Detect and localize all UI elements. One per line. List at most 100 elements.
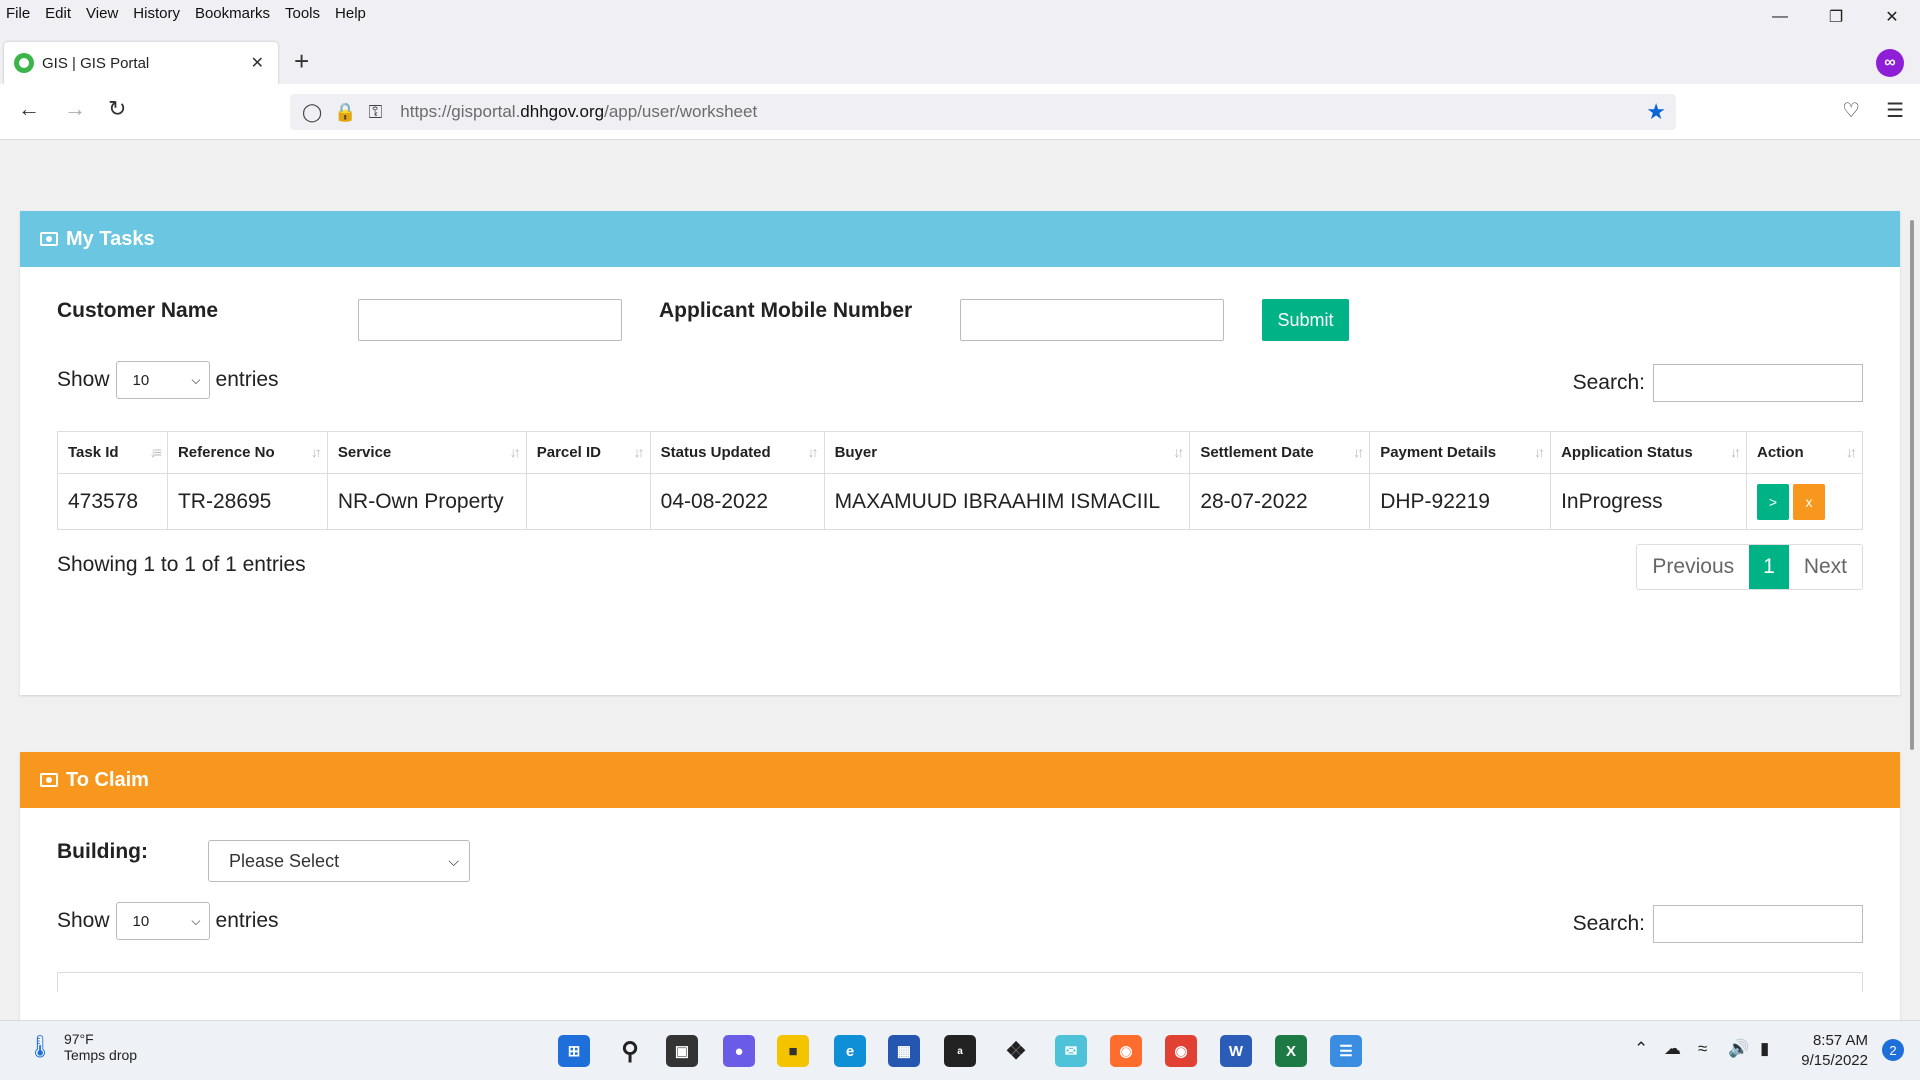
customer-name-input[interactable] xyxy=(358,299,622,341)
open-task-button[interactable]: > xyxy=(1756,483,1789,520)
claim-table-header-partial xyxy=(57,972,1863,992)
submit-button[interactable]: Submit xyxy=(1262,299,1349,341)
col-settlement-date[interactable]: Settlement Date ↓↑ xyxy=(1189,431,1371,474)
back-icon[interactable]: ← xyxy=(18,96,40,122)
tasks-search: Search: xyxy=(1573,364,1863,402)
new-tab-icon[interactable]: + xyxy=(294,46,309,77)
teams-chat-icon[interactable]: ● xyxy=(723,1035,755,1067)
menu-edit[interactable]: Edit xyxy=(45,5,71,22)
menu-history[interactable]: History xyxy=(133,5,180,22)
window-controls: — ❐ ✕ xyxy=(1752,0,1920,34)
entries-select[interactable]: 10 ⌵ xyxy=(115,361,210,399)
restore-icon[interactable]: ❐ xyxy=(1808,0,1864,34)
chevron-down-icon: ⌵ xyxy=(191,913,201,928)
excel-icon[interactable]: X xyxy=(1275,1035,1307,1067)
col-action[interactable]: Action ↓↑ xyxy=(1745,431,1864,474)
cell-action: > x xyxy=(1745,473,1864,530)
col-parcel-id[interactable]: Parcel ID ↓↑ xyxy=(525,431,651,474)
start-icon[interactable]: ⊞ xyxy=(558,1035,590,1067)
wifi-icon[interactable]: ≈ xyxy=(1698,1039,1707,1059)
chevron-up-icon[interactable]: ⌃ xyxy=(1634,1039,1648,1059)
customer-name-label: Customer Name xyxy=(57,299,219,322)
address-bar[interactable]: ◯ 🔒 ⚿ https://gisportal.dhhgov.org/app/u… xyxy=(290,94,1676,130)
cell-status-updated: 04-08-2022 xyxy=(649,473,825,530)
tasks-info: Showing 1 to 1 of 1 entries xyxy=(57,553,306,576)
dropbox-icon[interactable]: ❖ xyxy=(1000,1035,1032,1067)
amazon-icon[interactable]: a xyxy=(944,1035,976,1067)
col-reference-no[interactable]: Reference No ↓↑ xyxy=(166,431,328,474)
building-label: Building: xyxy=(57,840,148,863)
scrollbar-thumb[interactable] xyxy=(1910,220,1914,750)
windows-taskbar: 🌡 97°F Temps drop ⊞ ⚲ ▣ ● ■ e ▦ a ❖ ✉ ◉ … xyxy=(0,1020,1920,1080)
page-scrollbar[interactable] xyxy=(1904,140,1920,1020)
close-window-icon[interactable]: ✕ xyxy=(1864,0,1920,34)
col-service[interactable]: Service ↓↑ xyxy=(326,431,527,474)
mobile-number-input[interactable] xyxy=(960,299,1224,341)
word-icon[interactable]: W xyxy=(1220,1035,1252,1067)
previous-page-button[interactable]: Previous xyxy=(1637,545,1749,589)
tasks-search-input[interactable] xyxy=(1653,364,1863,402)
key-icon[interactable]: ⚿ xyxy=(369,102,383,123)
clock-time: 8:57 AM xyxy=(1812,1032,1868,1049)
menu-bookmarks[interactable]: Bookmarks xyxy=(195,5,270,22)
hamburger-menu-icon[interactable]: ☰ xyxy=(1886,98,1904,123)
mail-icon[interactable]: ✉ xyxy=(1055,1035,1087,1067)
navigation-bar: ← → ↻ ◯ 🔒 ⚿ https://gisportal.dhhgov.org… xyxy=(0,84,1920,140)
remove-task-button[interactable]: x xyxy=(1792,483,1825,520)
tab-gis-portal[interactable]: GIS | GIS Portal ✕ xyxy=(4,42,278,84)
menu-view[interactable]: View xyxy=(86,5,118,22)
notification-badge[interactable]: 2 xyxy=(1882,1039,1904,1061)
mobile-number-label: Applicant Mobile Number xyxy=(659,299,913,322)
claim-entries-select[interactable]: 10 ⌵ xyxy=(115,902,210,940)
bookmark-star-icon[interactable]: ★ xyxy=(1646,99,1666,125)
close-tab-icon[interactable]: ✕ xyxy=(251,53,264,73)
volume-icon[interactable]: 🔊 xyxy=(1728,1039,1749,1059)
page-1-button[interactable]: 1 xyxy=(1749,545,1789,589)
pocket-icon[interactable]: ♡ xyxy=(1842,98,1860,123)
cell-parcel-id xyxy=(525,473,651,530)
claim-search-input[interactable] xyxy=(1653,905,1863,943)
notepad-icon[interactable]: ☰ xyxy=(1330,1035,1362,1067)
col-buyer[interactable]: Buyer ↓↑ xyxy=(823,431,1191,474)
chevron-down-icon: ⌵ xyxy=(191,372,201,387)
weather-note: Temps drop xyxy=(63,1047,138,1063)
battery-icon[interactable]: ▮ xyxy=(1760,1039,1769,1059)
menu-tools[interactable]: Tools xyxy=(285,5,320,22)
edge-icon[interactable]: e xyxy=(834,1035,866,1067)
col-application-status[interactable]: Application Status ↓↑ xyxy=(1550,431,1747,474)
tasks-pagination: Previous 1 Next xyxy=(1636,544,1863,590)
my-tasks-title: My Tasks xyxy=(66,227,155,250)
reload-icon[interactable]: ↻ xyxy=(108,96,126,122)
system-clock[interactable]: 8:57 AM 9/15/2022 xyxy=(1801,1031,1868,1071)
file-explorer-icon[interactable]: ■ xyxy=(777,1035,809,1067)
next-page-button[interactable]: Next xyxy=(1789,545,1862,589)
building-select[interactable]: Please Select ⌵ xyxy=(208,840,470,882)
col-payment-details[interactable]: Payment Details ↓↑ xyxy=(1369,431,1552,474)
onedrive-cloud-icon[interactable]: ☁ xyxy=(1664,1039,1681,1059)
menu-file[interactable]: File xyxy=(6,5,30,22)
my-tasks-header: My Tasks xyxy=(20,211,1900,267)
clock-date: 9/15/2022 xyxy=(1801,1052,1868,1069)
menu-help[interactable]: Help xyxy=(335,5,366,22)
store-icon[interactable]: ▦ xyxy=(888,1035,920,1067)
firefox-icon[interactable]: ◉ xyxy=(1110,1035,1142,1067)
lock-icon[interactable]: 🔒 xyxy=(334,102,356,123)
cell-task-id: 473578 xyxy=(57,473,168,530)
claim-show-entries: Show 10 ⌵ entries xyxy=(57,902,279,940)
minimize-icon[interactable]: — xyxy=(1752,0,1808,34)
page-content: My Tasks Customer Name Applicant Mobile … xyxy=(0,140,1904,1020)
gis-favicon-icon xyxy=(14,53,34,73)
chrome-icon[interactable]: ◉ xyxy=(1165,1035,1197,1067)
col-status-updated[interactable]: Status Updated ↓↑ xyxy=(649,431,825,474)
task-view-icon[interactable]: ▣ xyxy=(666,1035,698,1067)
search-icon[interactable]: ⚲ xyxy=(614,1035,646,1067)
forward-icon[interactable]: → xyxy=(64,96,86,122)
weather-widget[interactable]: 🌡 97°F Temps drop xyxy=(26,1031,137,1063)
cell-reference-no: TR-28695 xyxy=(166,473,328,530)
camera-icon xyxy=(40,773,58,787)
shield-icon[interactable]: ◯ xyxy=(302,102,322,123)
col-task-id[interactable]: Task Id ↓≡ xyxy=(57,431,168,474)
account-icon[interactable]: ∞ xyxy=(1876,49,1904,77)
my-tasks-panel: My Tasks Customer Name Applicant Mobile … xyxy=(20,211,1900,695)
thermometer-icon: 🌡 xyxy=(26,1034,54,1059)
